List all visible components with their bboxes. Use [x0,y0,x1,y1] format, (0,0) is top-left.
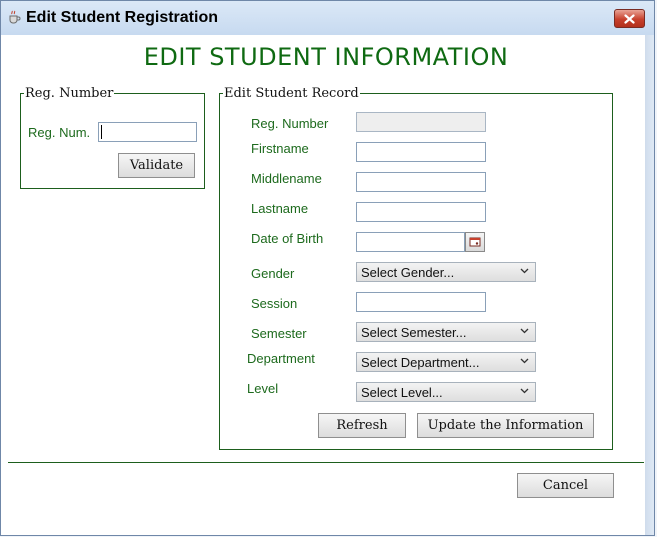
window-title: Edit Student Registration [26,9,218,26]
session-label: Session [251,296,298,311]
date-picker-button[interactable] [465,232,485,252]
close-icon [624,13,635,24]
chevron-down-icon [520,388,529,394]
dob-label: Date of Birth [251,231,324,246]
title-bar[interactable]: Edit Student Registration [1,1,654,35]
close-button[interactable] [614,9,645,28]
semester-selected-value: Select Semester... [361,325,467,340]
bottom-divider [8,462,644,463]
department-label: Department [247,351,315,366]
department-selected-value: Select Department... [361,355,480,370]
chevron-down-icon [520,268,529,274]
update-information-button[interactable]: Update the Information [417,413,594,438]
student-record-legend: Edit Student Record [224,86,359,101]
semester-label: Semester [251,326,307,341]
reg-number-field [356,112,486,132]
dialog-window: Edit Student Registration EDIT STUDENT I… [0,0,655,536]
middlename-label: Middlename [251,171,322,186]
refresh-button[interactable]: Refresh [318,413,406,438]
chevron-down-icon [520,328,529,334]
reg-num-input[interactable] [98,122,197,142]
gender-select[interactable]: Select Gender... [356,262,536,282]
level-label: Level [247,381,279,396]
middlename-field[interactable] [356,172,486,192]
reg-num-label: Reg. Num. [28,125,91,140]
lastname-label: Lastname [251,201,309,216]
level-select[interactable]: Select Level... [356,382,536,402]
session-field[interactable] [356,292,486,312]
firstname-label: Firstname [251,141,309,156]
text-caret [101,125,102,139]
reg-number-legend: Reg. Number [25,86,114,101]
page-title: EDIT STUDENT INFORMATION [143,43,509,71]
calendar-icon [469,237,481,247]
window-right-border [645,35,654,535]
firstname-field[interactable] [356,142,486,162]
chevron-down-icon [520,358,529,364]
validate-button[interactable]: Validate [118,153,195,178]
department-select[interactable]: Select Department... [356,352,536,372]
gender-selected-value: Select Gender... [361,265,455,280]
level-selected-value: Select Level... [361,385,443,400]
reg-number-label: Reg. Number [251,116,329,131]
dob-field[interactable] [356,232,465,252]
semester-select[interactable]: Select Semester... [356,322,536,342]
lastname-field[interactable] [356,202,486,222]
gender-label: Gender [251,266,295,281]
java-coffee-icon [9,10,21,24]
cancel-button[interactable]: Cancel [517,473,614,498]
dialog-content: EDIT STUDENT INFORMATION Reg. Number Reg… [8,35,644,535]
